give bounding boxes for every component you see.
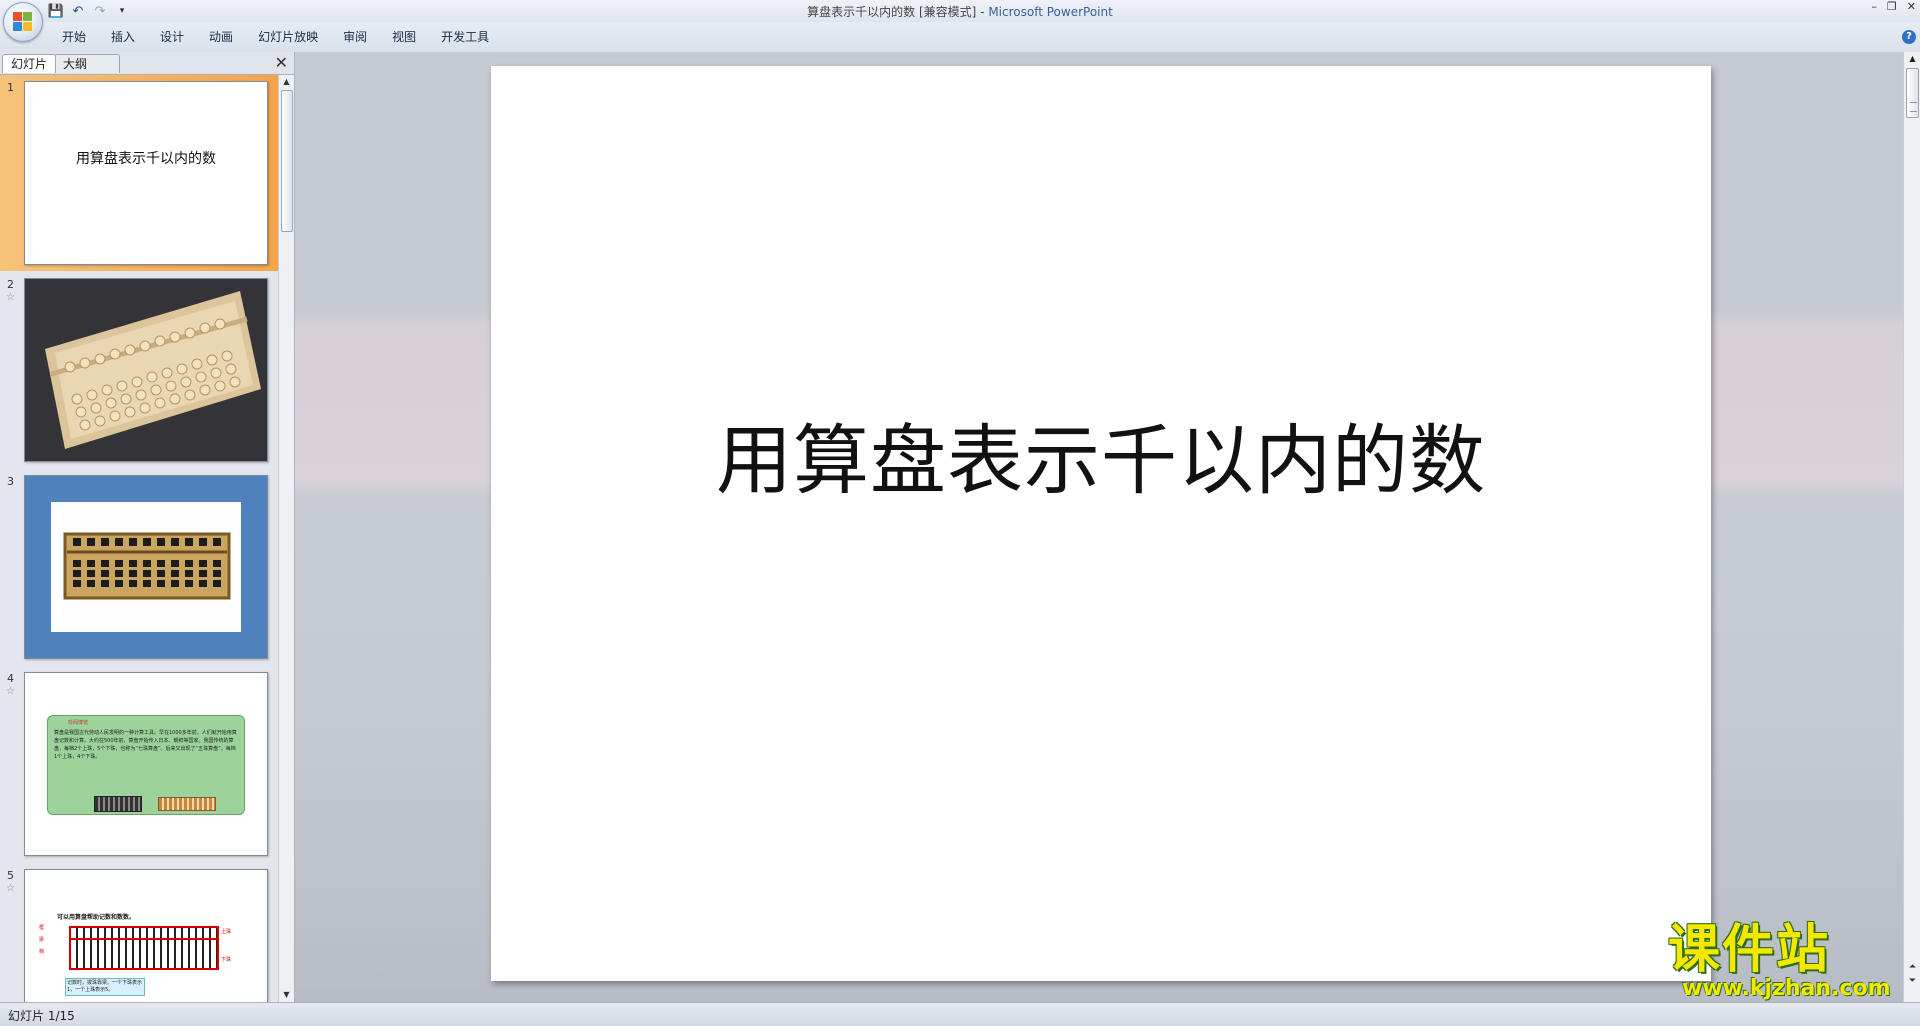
slide-number: 3: [7, 475, 14, 488]
diagram-note: 记数时，拨珠靠梁。一个下珠表示1，一个上珠表示5。: [65, 978, 145, 996]
close-button[interactable]: ✕: [1907, 0, 1916, 13]
previous-slide-icon[interactable]: ⏶: [1904, 960, 1920, 974]
info-card-text: 算盘是我国古代劳动人民发明的一种计算工具。早在1000多年前，人们就开始用算盘记…: [54, 730, 237, 760]
office-button[interactable]: [3, 2, 43, 42]
current-slide[interactable]: 用算盘表示千以内的数: [491, 66, 1711, 981]
tab-developer[interactable]: 开发工具: [429, 29, 502, 45]
animation-star-icon: ☆: [6, 883, 15, 894]
watermark-text: 课件站: [1668, 920, 1831, 980]
status-bar: 幻灯片 1/15: [0, 1002, 1920, 1026]
diagram-label-lower-bead: 下珠: [221, 957, 232, 963]
tab-outline[interactable]: 大纲: [54, 54, 120, 73]
abacus-image: [25, 476, 267, 658]
animation-star-icon: ☆: [6, 686, 15, 697]
tab-insert[interactable]: 插入: [99, 29, 148, 45]
scroll-thumb[interactable]: [281, 90, 293, 232]
slide-number: 4: [7, 672, 14, 685]
office-logo-icon: [13, 12, 33, 32]
ribbon-tabs: 开始 插入 设计 动画 幻灯片放映 审阅 视图 开发工具: [50, 29, 502, 45]
watermark-logo: 课件站 www.kjzhan.com: [1668, 920, 1904, 1002]
thumbnail-title: 用算盘表示千以内的数: [76, 151, 216, 167]
tab-slideshow[interactable]: 幻灯片放映: [246, 29, 331, 45]
window-controls: – ❐ ✕: [1871, 0, 1916, 13]
slide-thumbnail-row-2[interactable]: 2 ☆: [0, 272, 278, 468]
diagram-label-upper-bead: 上珠: [221, 929, 232, 935]
document-title: 算盘表示千以内的数 [兼容模式] -: [807, 5, 989, 19]
slide-number: 5: [7, 869, 14, 882]
scroll-thumb[interactable]: [1906, 68, 1919, 118]
slide-thumbnail-1[interactable]: 用算盘表示千以内的数: [24, 81, 268, 265]
tab-slides[interactable]: 幻灯片: [2, 54, 57, 73]
watermark-url: www.kjzhan.com: [1682, 976, 1891, 1001]
restore-button[interactable]: ❐: [1887, 0, 1897, 13]
abacus-small-light: [158, 797, 216, 811]
slide-thumbnails: 1 用算盘表示千以内的数 2 ☆ 3 4 ☆ 珍闻博览 算盘是我国古代劳动人民发…: [0, 75, 278, 1002]
abacus-diagram: [69, 926, 219, 970]
slide-number: 2: [7, 278, 14, 291]
animation-star-icon: ☆: [6, 292, 15, 303]
slide-thumbnail-5[interactable]: 可以用算盘帮助记数和数数。 框 梁 档 上珠 下珠 记数时，拨珠靠梁。一个下珠表…: [24, 869, 268, 1002]
info-card-heading: 珍闻博览: [68, 720, 89, 726]
slide-thumbnail-row-1[interactable]: 1 用算盘表示千以内的数: [0, 75, 278, 271]
slide-thumbnail-row-5[interactable]: 5 ☆ 可以用算盘帮助记数和数数。 框 梁 档 上珠 下珠 记数时，拨珠靠梁。一…: [0, 863, 278, 1002]
scroll-up-icon[interactable]: ▲: [1904, 52, 1920, 66]
abacus-small-dark: [94, 796, 142, 812]
diagram-label-beam: 梁: [39, 937, 45, 943]
tab-home[interactable]: 开始: [50, 29, 99, 45]
next-slide-icon[interactable]: ⏷: [1904, 974, 1920, 988]
thumbnails-scrollbar[interactable]: ▲ ▼: [278, 75, 294, 1002]
tab-view[interactable]: 视图: [380, 29, 429, 45]
tab-review[interactable]: 审阅: [331, 29, 380, 45]
help-icon[interactable]: ?: [1902, 30, 1916, 44]
slide-thumbnail-4[interactable]: 珍闻博览 算盘是我国古代劳动人民发明的一种计算工具。早在1000多年前，人们就开…: [24, 672, 268, 856]
slide-thumbnail-2[interactable]: [24, 278, 268, 462]
tab-animations[interactable]: 动画: [197, 29, 246, 45]
slide-title[interactable]: 用算盘表示千以内的数: [491, 399, 1711, 509]
slide-scrollbar[interactable]: ▲ ⏶ ⏷: [1903, 52, 1920, 1002]
diagram-heading: 可以用算盘帮助记数和数数。: [57, 914, 136, 921]
diagram-label-frame: 框: [39, 925, 45, 931]
window-title: 算盘表示千以内的数 [兼容模式] - Microsoft PowerPoint: [0, 3, 1920, 20]
slide-thumbnail-3[interactable]: [24, 475, 268, 659]
slide-counter: 幻灯片 1/15: [8, 1009, 75, 1023]
title-bar: 💾 ↶ ↷ ▾ 算盘表示千以内的数 [兼容模式] - Microsoft Pow…: [0, 0, 1920, 22]
tab-design[interactable]: 设计: [148, 29, 197, 45]
scroll-up-icon[interactable]: ▲: [279, 75, 294, 89]
app-name: Microsoft PowerPoint: [988, 5, 1113, 19]
slide-editing-area: 用算盘表示千以内的数: [295, 52, 1903, 1002]
pane-tabs: 幻灯片 大纲 ✕: [0, 52, 294, 75]
close-pane-icon[interactable]: ✕: [275, 54, 288, 72]
slide-thumbnail-row-4[interactable]: 4 ☆ 珍闻博览 算盘是我国古代劳动人民发明的一种计算工具。早在1000多年前，…: [0, 666, 278, 862]
scroll-down-icon[interactable]: ▼: [279, 988, 294, 1002]
minimize-button[interactable]: –: [1871, 0, 1877, 13]
diagram-label-rod: 档: [39, 949, 45, 955]
ribbon: 开始 插入 设计 动画 幻灯片放映 审阅 视图 开发工具 ?: [0, 22, 1920, 53]
diagram-beam: [69, 938, 219, 940]
abacus-photo: [25, 279, 267, 461]
info-card: 珍闻博览 算盘是我国古代劳动人民发明的一种计算工具。早在1000多年前，人们就开…: [47, 715, 245, 815]
slide-thumbnail-row-3[interactable]: 3: [0, 469, 278, 665]
slide-number: 1: [7, 81, 14, 94]
slides-pane: 幻灯片 大纲 ✕ 1 用算盘表示千以内的数 2 ☆ 3 4 ☆ 珍闻博览 算盘是…: [0, 52, 295, 1002]
